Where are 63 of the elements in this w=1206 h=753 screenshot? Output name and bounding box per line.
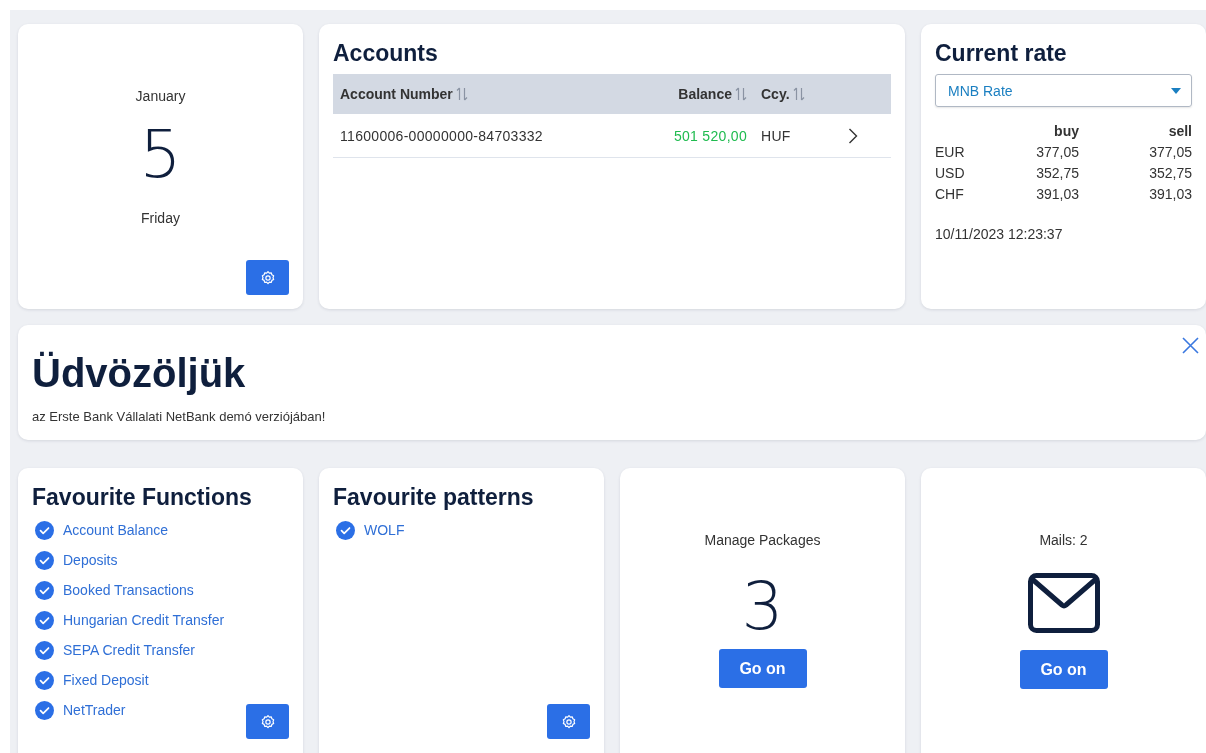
- close-button[interactable]: [1182, 337, 1199, 354]
- chevron-icon[interactable]: [848, 127, 858, 144]
- day-number: 5: [139, 122, 182, 188]
- check-circle-icon: [35, 581, 54, 600]
- settings-icon: [259, 269, 276, 286]
- go-on-button[interactable]: Go on: [718, 649, 807, 688]
- favourite-link[interactable]: Hungarian Credit Transfer: [63, 611, 225, 630]
- card-title: Current rate: [935, 39, 1067, 68]
- favourite-link[interactable]: SEPA Credit Transfer: [63, 641, 195, 660]
- envelope-icon: [1027, 573, 1100, 633]
- table-cell-text: 501 520,00: [673, 127, 748, 144]
- favourite-link[interactable]: Deposits: [63, 551, 118, 570]
- favourite-link[interactable]: NetTrader: [63, 701, 126, 720]
- check-circle-icon: [35, 611, 54, 630]
- check-circle-icon: [35, 701, 54, 720]
- table-cell: HUF: [761, 127, 791, 144]
- table-cell-text: USD: [935, 164, 966, 183]
- sort-icon: [455, 86, 468, 102]
- settings-icon: [560, 713, 577, 730]
- close-icon: [1182, 337, 1199, 354]
- table-cell-text: 377,05: [1035, 143, 1079, 162]
- favourite-link[interactable]: Fixed Deposit: [63, 671, 149, 690]
- table-cell-text: 391,03: [1035, 185, 1079, 204]
- table-cell-text: 352,75: [1035, 164, 1079, 183]
- table-cell-text: 11600006-00000000-84703332: [340, 127, 544, 144]
- rate-select[interactable]: MNB Rate: [935, 74, 1192, 107]
- sort-icon: [792, 86, 805, 102]
- package-count: 3: [741, 574, 784, 640]
- column-header[interactable]: Account Number: [340, 86, 634, 102]
- table-cell-text: 391,03: [1148, 185, 1192, 204]
- caret-icon: [1171, 87, 1181, 94]
- check-circle-icon: [35, 671, 54, 690]
- favourite-link[interactable]: Booked Transactions: [63, 581, 194, 600]
- check-circle-icon: [35, 641, 54, 660]
- table-cell-text: 377,05: [1148, 143, 1192, 162]
- mails-label: Mails: 2: [1039, 532, 1088, 548]
- table-cell-text: EUR: [935, 143, 966, 162]
- weekday-label: Friday: [141, 210, 180, 226]
- check-circle-icon: [35, 551, 54, 570]
- card-title: Accounts: [333, 39, 438, 68]
- favourite-link[interactable]: Account Balance: [63, 521, 169, 540]
- welcome-message: az Erste Bank Vállalati NetBank demó verziójában!: [32, 409, 327, 424]
- check-circle-icon: [336, 521, 355, 540]
- welcome-title: Üdvözöljük: [32, 350, 247, 397]
- settings-icon: [259, 713, 276, 730]
- go-on-button[interactable]: Go on: [1019, 650, 1108, 689]
- settings-button[interactable]: [246, 704, 289, 739]
- sort-icon: [735, 86, 747, 102]
- month-label: January: [135, 88, 186, 104]
- column-header: sell: [1167, 122, 1192, 141]
- table-cell-text: CHF: [935, 185, 965, 204]
- favourite-link[interactable]: WOLF: [364, 521, 405, 540]
- table-cell-text: 352,75: [1148, 164, 1192, 183]
- column-header[interactable]: Balance: [678, 86, 754, 102]
- packages-label: Manage Packages: [704, 532, 821, 548]
- timestamp: 10/11/2023 12:23:37: [935, 226, 1064, 242]
- card-title: Favourite Functions: [32, 483, 252, 512]
- settings-button[interactable]: [246, 260, 289, 295]
- check-circle-icon: [35, 521, 54, 540]
- card-title: Favourite patterns: [333, 483, 534, 512]
- column-header: buy: [1053, 122, 1079, 141]
- column-header[interactable]: Ccy.: [754, 86, 884, 102]
- settings-button[interactable]: [547, 704, 590, 739]
